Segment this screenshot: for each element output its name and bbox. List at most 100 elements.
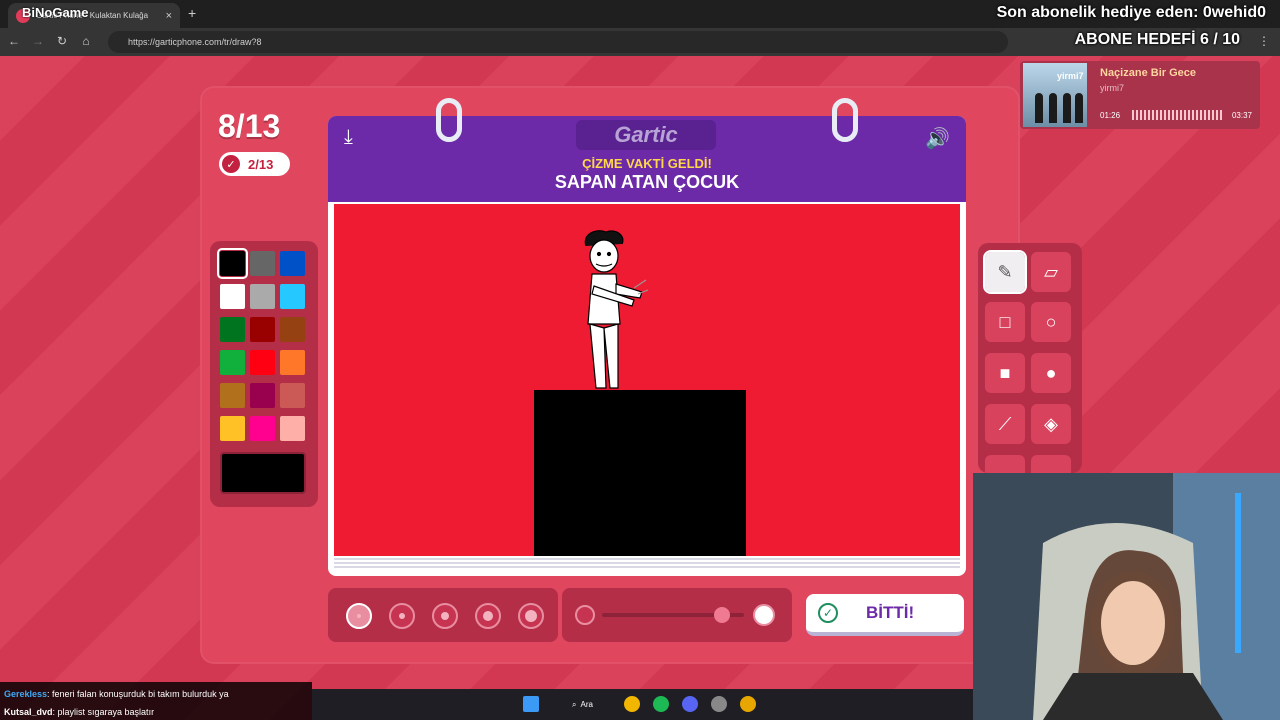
gartic-logo: Gartic (576, 120, 716, 150)
home-icon[interactable]: ⌂ (78, 34, 94, 48)
chat-user: Kutsal_dvd (4, 707, 53, 717)
color-swatch[interactable] (280, 416, 305, 441)
app-icon[interactable] (711, 696, 727, 712)
webcam-feed (973, 473, 1280, 720)
reload-icon[interactable]: ↻ (54, 34, 70, 48)
stick-figure-drawing (584, 230, 649, 389)
brush-size-dot (399, 613, 405, 619)
close-tab-icon[interactable]: × (166, 10, 172, 22)
color-swatch[interactable] (280, 284, 305, 309)
opacity-slider[interactable] (562, 588, 792, 642)
waveform (1132, 110, 1224, 120)
band-figure (1035, 93, 1043, 123)
brush-size-dot (441, 612, 449, 620)
menu-icon[interactable]: ⋮ (1258, 34, 1270, 48)
sub-goal-text: ABONE HEDEFİ 6 / 10 (1074, 31, 1240, 48)
tool-panel: ✎ ▱ □ ○ ■ ● ⟋ ◈ (978, 243, 1082, 473)
song-artist: yirmi7 (1100, 83, 1124, 93)
download-icon[interactable]: ⤓ (344, 126, 353, 149)
sound-icon[interactable]: 🔊 (925, 126, 950, 151)
color-swatch[interactable] (250, 350, 275, 375)
check-icon: ✓ (818, 603, 838, 623)
color-swatch[interactable] (220, 317, 245, 342)
done-button[interactable]: ✓ BİTTİ! (806, 594, 964, 636)
sub-gift-text: Son abonelik hediye eden: 0wehid0 (996, 4, 1266, 21)
drawing-svg (534, 230, 746, 556)
color-swatch[interactable] (220, 383, 245, 408)
forward-icon[interactable]: → (30, 34, 46, 48)
binder-ring (436, 98, 462, 142)
color-swatch[interactable] (250, 251, 275, 276)
band-figure (1049, 93, 1057, 123)
chrome-active-icon[interactable] (740, 696, 756, 712)
back-icon[interactable]: ← (6, 34, 22, 48)
color-swatch[interactable] (280, 383, 305, 408)
start-icon[interactable] (523, 696, 539, 712)
color-swatch[interactable] (217, 248, 248, 279)
new-tab-button[interactable]: + (188, 5, 196, 21)
binder-ring (832, 98, 858, 142)
color-swatch[interactable] (280, 350, 305, 375)
line-tool-icon[interactable]: ⟋ (985, 404, 1025, 444)
color-swatch[interactable] (280, 317, 305, 342)
band-figure (1075, 93, 1083, 123)
url-field[interactable]: https://garticphone.com/tr/draw?8 (108, 31, 1008, 53)
circle-fill-tool-icon[interactable]: ● (1031, 353, 1071, 393)
album-cover-text: yirmi7 (1057, 71, 1084, 81)
fill-bucket-tool-icon[interactable]: ◈ (1031, 404, 1071, 444)
drawing-canvas[interactable] (334, 204, 960, 556)
pad-header: ⤓ Gartic 🔊 ÇİZME VAKTİ GELDİ! SAPAN ATAN… (328, 116, 966, 202)
prompt-text: SAPAN ATAN ÇOCUK (554, 172, 740, 192)
chat-text: : feneri falan konuşurduk bi takım bulur… (47, 689, 229, 699)
brush-size-dot (525, 610, 537, 622)
color-swatch[interactable] (250, 284, 275, 309)
taskbar: ⌕ Ara (312, 689, 973, 720)
color-swatch[interactable] (250, 416, 275, 441)
discord-icon[interactable] (682, 696, 698, 712)
pencil-tool-icon[interactable]: ✎ (983, 250, 1027, 294)
undo-tool-icon[interactable] (985, 455, 1025, 473)
rectangle-outline-tool-icon[interactable]: □ (985, 302, 1025, 342)
progress-badge: ✓ 2/13 (219, 152, 290, 176)
color-swatch[interactable] (250, 383, 275, 408)
brush-size-option[interactable] (389, 603, 415, 629)
rectangle-fill-tool-icon[interactable]: ■ (985, 353, 1025, 393)
brush-size-option[interactable] (432, 603, 458, 629)
stream-logo: BiNoGame (22, 5, 89, 20)
total-time: 03:37 (1231, 111, 1252, 120)
brush-size-option[interactable] (518, 603, 544, 629)
done-label: BİTTİ! (866, 603, 915, 622)
color-swatch[interactable] (220, 350, 245, 375)
circle-outline-tool-icon[interactable]: ○ (1031, 302, 1071, 342)
chat-user: Gerekless (4, 689, 48, 699)
chrome-icon[interactable] (624, 696, 640, 712)
brush-size-dot (357, 614, 361, 618)
chat-overlay: Gerekless: feneri falan konuşurduk bi ta… (0, 682, 312, 720)
redo-tool-icon[interactable] (1031, 455, 1071, 473)
brush-size-option[interactable] (475, 603, 501, 629)
taskbar-search[interactable]: ⌕ Ara (568, 695, 614, 714)
elapsed-time: 01:26 (1100, 111, 1121, 120)
progress-text: 2/13 (248, 156, 274, 172)
black-block (534, 390, 746, 556)
opacity-panel (562, 588, 792, 642)
taskbar-search-label: Ara (580, 700, 593, 709)
color-swatch[interactable] (280, 251, 305, 276)
eraser-tool-icon[interactable]: ▱ (1031, 252, 1071, 292)
chat-message: Kutsal_dvd: playlist sıgaraya başlatır (4, 703, 308, 720)
chat-message: Gerekless: feneri falan konuşurduk bi ta… (4, 685, 308, 703)
spotify-icon[interactable] (653, 696, 669, 712)
brush-size-panel (328, 588, 558, 642)
color-swatch[interactable] (220, 416, 245, 441)
search-icon: ⌕ (572, 699, 577, 709)
color-swatch[interactable] (250, 317, 275, 342)
brush-size-option[interactable] (346, 603, 372, 629)
round-counter: 8/13 (218, 108, 281, 144)
album-cover: yirmi7 (1023, 63, 1087, 127)
brush-size-dot (483, 611, 493, 621)
swatch-grid (217, 248, 308, 441)
pad-pages (334, 556, 960, 570)
color-swatch[interactable] (220, 284, 245, 309)
prompt-heading: ÇİZME VAKTİ GELDİ! (582, 156, 712, 171)
drawing-pad: ⤓ Gartic 🔊 ÇİZME VAKTİ GELDİ! SAPAN ATAN… (328, 98, 966, 576)
